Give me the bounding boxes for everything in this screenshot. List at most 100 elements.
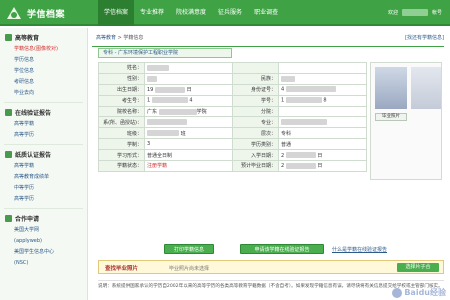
section-title: 合作申请 (15, 216, 40, 223)
value-major (278, 116, 367, 129)
redacted (281, 75, 295, 82)
breadcrumb-current: 学籍信息 (123, 35, 144, 41)
nav-item-archive[interactable]: 学信档案 (98, 0, 135, 26)
sidebar-item-enrollment[interactable]: 学籍信息(图像校对) (0, 44, 87, 55)
user-info: 欢迎 帐号 (388, 9, 442, 16)
redacted (147, 64, 169, 71)
value-prefix: 4 (281, 86, 285, 93)
page-root: 学信档案 学信档案 专业推荐 院校满意度 征兵服务 职业调查 欢迎 帐号 高等教… (0, 0, 450, 300)
label-birth-date: 出生日期： (98, 83, 145, 96)
value-suffix: 4 (189, 97, 193, 104)
what-is-online-report-link[interactable]: 什么是学籍在线验证报告 (332, 246, 387, 253)
sidebar-item-nsc-abbr[interactable]: (NSC) (0, 258, 87, 269)
sidebar-item-transcript[interactable]: 高等教育成绩单 (0, 172, 87, 183)
brand-title: 学信档案 (27, 10, 66, 20)
label-major: 专业： (232, 116, 279, 129)
section-title: 纸质认证报告 (15, 152, 52, 159)
sidebar-item-degree[interactable]: 学位信息 (0, 66, 87, 77)
main-content: 高等教育 > 学籍信息 [找还有学籍信息] 专科 - 广东环境保护工程职业学院 … (92, 28, 450, 300)
sidebar-item-graduate-destination[interactable]: 毕业去向 (0, 88, 87, 99)
value-ethnicity (278, 72, 367, 85)
find-other-enrollment-link[interactable]: [找还有学籍信息] (405, 34, 444, 41)
value-school-name: 广东 学院 (144, 105, 233, 118)
redacted (281, 119, 327, 126)
enrollment-photo (375, 67, 407, 109)
value-prefix: 19 (147, 87, 154, 94)
label-gender: 性别： (98, 72, 145, 85)
label-name: 姓名： (98, 62, 145, 74)
redacted (147, 75, 157, 82)
main-nav: 学信档案 专业推荐 院校满意度 征兵服务 职业调查 (98, 0, 284, 26)
label-level: 层次： (232, 127, 279, 140)
redacted (147, 119, 187, 126)
value-exam-number: 1 4 (144, 94, 233, 107)
value-enroll-date: 2 日 (278, 149, 367, 162)
tab-underline (92, 46, 444, 47)
redacted (285, 152, 316, 159)
nav-item-conscription[interactable]: 征兵服务 (212, 0, 248, 26)
label-empty (232, 62, 279, 74)
top-bar: 学信档案 学信档案 专业推荐 院校满意度 征兵服务 职业调查 欢迎 帐号 (0, 0, 450, 26)
nav-item-career-survey[interactable]: 职业调查 (248, 0, 284, 26)
value-suffix: 日 (317, 152, 323, 159)
value-expected-graduation: 2 日 (278, 160, 367, 172)
value-empty (278, 62, 367, 74)
sidebar-item-secondary-degree[interactable]: 中等学历 (0, 183, 87, 194)
value-prefix: 2 (281, 152, 285, 159)
label-degree-type: 学历类别： (232, 138, 279, 151)
sidebar-item-online-degree[interactable]: 高等学历 (0, 130, 87, 141)
sidebar-item-nsc[interactable]: 美国学生信息中心 (0, 247, 87, 258)
nav-item-school-satisfaction[interactable]: 院校满意度 (170, 0, 212, 26)
apply-online-report-button[interactable]: 申请该学籍在线验证报告 (240, 244, 324, 254)
sidebar: 高等教育 学籍信息(图像校对) 学历信息 学位信息 考研信息 毕业去向 在线验证… (0, 28, 88, 300)
sidebar-item-postgrad-exam[interactable]: 考研信息 (0, 77, 87, 88)
sidebar-item-applyweb[interactable]: (applyweb) (0, 236, 87, 247)
sidebar-item-us-college[interactable]: 美国大学网 (0, 225, 87, 236)
graduation-photo-status: 毕业照片尚未选择 (169, 266, 210, 272)
table-row: 班级： 班 层次： 专科 (98, 127, 367, 140)
baidu-watermark: Baidu经验 (392, 287, 446, 298)
graduation-photo-placeholder (411, 67, 441, 109)
user-account-link[interactable]: 帐号 (432, 9, 442, 16)
sidebar-item-paper-degree[interactable]: 高等学历 (0, 194, 87, 205)
sidebar-item-degree-record[interactable]: 学历信息 (0, 55, 87, 66)
print-enrollment-button[interactable]: 打印学籍信息 (164, 244, 214, 254)
value-suffix: 班 (180, 130, 186, 137)
label-exam-number: 考生号： (98, 94, 145, 107)
redacted (285, 97, 322, 104)
table-row: 院校名称： 广东 学院 分院： (98, 105, 367, 118)
value-prefix: 广东 (147, 109, 158, 115)
select-photo-button[interactable]: 选择片子合 (397, 263, 439, 272)
graduation-photo-caption: 毕业照片 (375, 113, 407, 121)
table-row: 学籍状态： 注册学籍 预计毕业日期： 2 日 (98, 160, 367, 172)
value-suffix: 8 (323, 97, 327, 104)
label-branch: 分院： (232, 105, 279, 118)
redacted (154, 86, 185, 93)
label-expected-graduation: 预计毕业日期： (232, 160, 279, 172)
sidebar-item-online-enrollment[interactable]: 高等学籍 (0, 119, 87, 130)
paw-logo-icon (392, 287, 403, 298)
section-icon (5, 109, 12, 116)
breadcrumb-root[interactable]: 高等教育 (96, 35, 116, 41)
value-prefix: 2 (281, 163, 285, 170)
section-icon (5, 34, 12, 41)
chsi-logo-icon (7, 7, 21, 19)
watermark-text: Baidu经验 (404, 288, 446, 297)
label-id-number: 身份证号： (232, 83, 279, 96)
nav-item-major-recommend[interactable]: 专业推荐 (134, 0, 170, 26)
section-icon (5, 151, 12, 158)
label-department: 系(所、函授站)： (98, 116, 145, 129)
redacted (285, 162, 316, 169)
value-gender (144, 72, 233, 85)
redacted (285, 86, 336, 93)
label-class: 班级： (98, 127, 145, 140)
photo-panel: 毕业照片 (370, 62, 442, 180)
value-enroll-status: 注册学籍 (144, 160, 233, 172)
value-level: 专科 (278, 127, 367, 140)
value-birth-date: 19 日 (144, 83, 233, 96)
label-duration: 学制： (98, 138, 145, 151)
label-enroll-status: 学籍状态： (98, 160, 145, 172)
sidebar-item-paper-enrollment[interactable]: 高等学籍 (0, 161, 87, 172)
graduation-photo-bar: 查找毕业照片 毕业照片尚未选择 选择片子合 (98, 260, 444, 274)
school-tab[interactable]: 专科 - 广东环境保护工程职业学院 (98, 48, 232, 58)
